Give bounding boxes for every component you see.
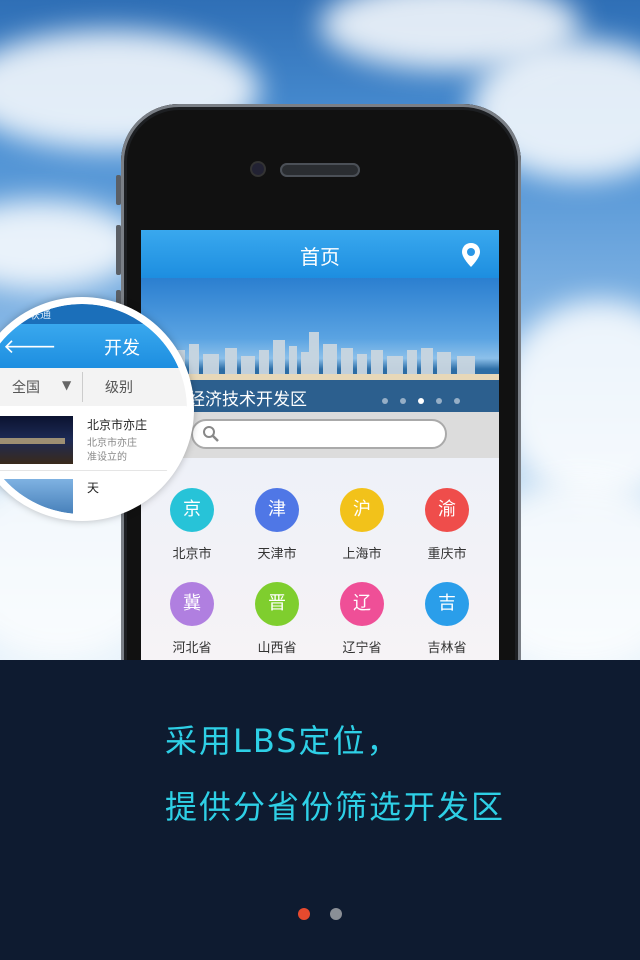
back-arrow-icon[interactable]: 🡐 xyxy=(3,334,57,358)
magnifier-bubble: 联通 🡐 开发 全国 ▼ 级别 北京市亦庄 北京市亦庄 准设立的 天 xyxy=(0,297,194,521)
phone-mute-switch xyxy=(116,175,121,205)
banner-dot-active[interactable] xyxy=(418,398,424,404)
filter-bar: 全国 ▼ 级别 xyxy=(0,368,187,407)
region-label: 重庆市 xyxy=(427,547,467,562)
region-badge: 吉 xyxy=(425,582,469,626)
search-input[interactable] xyxy=(191,419,447,449)
region-label: 北京市 xyxy=(172,547,212,562)
region-item[interactable]: 沪上海市 xyxy=(322,488,402,562)
banner-dot[interactable] xyxy=(436,398,442,404)
phone-screen: 首页 岛经济技术开发区 京 北京市 津 天津市 沪 上海市 渝 重庆市 冀 河北… xyxy=(141,230,499,660)
slogan-line-1: 采用LBS定位， xyxy=(165,722,401,760)
region-item[interactable]: 辽辽宁省 xyxy=(322,582,402,656)
nav-bar: 首页 xyxy=(141,230,499,278)
region-item[interactable]: 吉吉林省 xyxy=(407,582,487,656)
list-item-title: 北京市亦庄 xyxy=(87,418,148,432)
region-label: 吉林省 xyxy=(427,641,467,656)
page-title: 首页 xyxy=(300,245,340,269)
list-item-desc: 北京市亦庄 xyxy=(87,438,137,449)
region-label: 辽宁省 xyxy=(342,641,382,656)
list-item-title: 天 xyxy=(87,481,100,495)
banner-dot[interactable] xyxy=(454,398,460,404)
carrier-label: 联通 xyxy=(29,308,51,321)
search-bar-container xyxy=(141,412,499,458)
region-item[interactable]: 渝重庆市 xyxy=(407,488,487,562)
phone-camera xyxy=(252,163,264,175)
list-item-desc: 准设立的 xyxy=(87,452,127,463)
list-title: 开发 xyxy=(104,338,140,359)
location-pin-icon[interactable] xyxy=(461,242,481,272)
phone-speaker xyxy=(280,163,360,177)
banner-carousel[interactable]: 岛经济技术开发区 xyxy=(141,278,499,412)
dropdown-arrow-icon[interactable]: ▼ xyxy=(62,378,71,392)
region-label: 山西省 xyxy=(257,641,297,656)
region-label: 河北省 xyxy=(172,641,212,656)
pager-dot-active[interactable] xyxy=(298,908,310,920)
region-item[interactable]: 津天津市 xyxy=(237,488,317,562)
region-label: 天津市 xyxy=(257,547,297,562)
region-badge: 晋 xyxy=(255,582,299,626)
list-item-thumbnail xyxy=(0,416,73,464)
region-label: 上海市 xyxy=(342,547,382,562)
status-bar: 联通 xyxy=(0,304,187,324)
filter-region[interactable]: 全国 xyxy=(12,377,40,397)
region-badge: 辽 xyxy=(340,582,384,626)
list-item-thumbnail xyxy=(0,479,73,514)
list-nav-bar: 🡐 开发 xyxy=(0,324,187,368)
region-badge: 渝 xyxy=(425,488,469,532)
slogan-line-2: 提供分省份筛选开发区 xyxy=(165,788,506,826)
region-item[interactable]: 晋山西省 xyxy=(237,582,317,656)
phone-volume-up xyxy=(116,225,121,275)
list-item[interactable]: 天 xyxy=(0,471,187,514)
banner-dot[interactable] xyxy=(400,398,406,404)
pager-dot[interactable] xyxy=(330,908,342,920)
region-badge: 冀 xyxy=(170,582,214,626)
search-icon xyxy=(203,426,219,442)
region-item[interactable]: 冀河北省 xyxy=(152,582,232,656)
banner-dot[interactable] xyxy=(382,398,388,404)
list-item[interactable]: 北京市亦庄 北京市亦庄 准设立的 xyxy=(0,406,187,471)
region-grid: 京北京市津天津市沪上海市渝重庆市冀河北省晋山西省辽辽宁省吉吉林省 xyxy=(141,458,499,660)
region-badge: 沪 xyxy=(340,488,384,532)
region-badge: 津 xyxy=(255,488,299,532)
filter-level[interactable]: 级别 xyxy=(105,377,133,397)
